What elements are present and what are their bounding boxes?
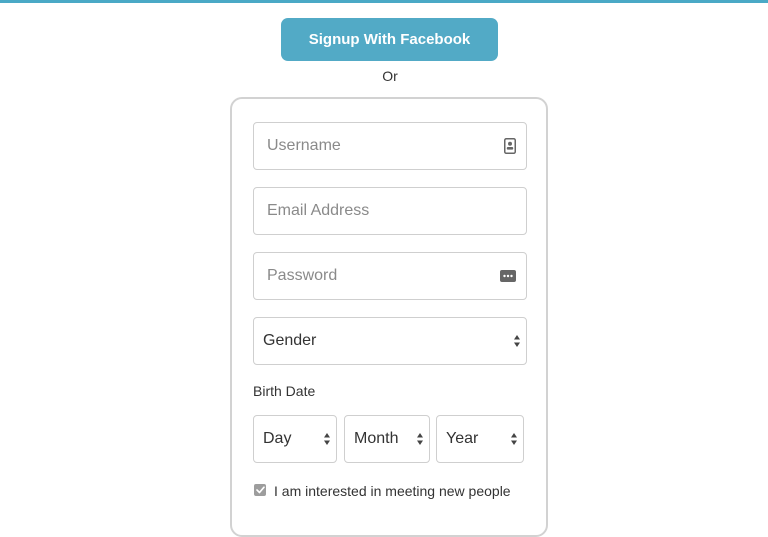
top-accent-bar [0, 0, 768, 3]
select-arrows-icon [416, 432, 424, 446]
day-select[interactable]: Day [253, 415, 337, 463]
password-input[interactable] [254, 253, 526, 299]
email-field-container [253, 187, 527, 235]
gender-select[interactable]: Gender [253, 317, 527, 365]
select-arrows-icon [323, 432, 331, 446]
username-field-container [253, 122, 527, 170]
year-select-value: Year [446, 430, 479, 447]
username-input[interactable] [254, 123, 526, 169]
signup-facebook-button[interactable]: Signup With Facebook [281, 18, 498, 61]
day-select-value: Day [263, 430, 292, 447]
checkmark-icon [255, 486, 265, 494]
month-select-value: Month [354, 430, 399, 447]
month-select[interactable]: Month [344, 415, 430, 463]
birth-date-label: Birth Date [253, 383, 316, 399]
password-dots-icon [500, 270, 516, 282]
interest-checkbox[interactable] [254, 484, 266, 496]
email-input[interactable] [254, 188, 526, 234]
or-separator-label: Or [382, 68, 398, 84]
gender-select-value: Gender [263, 332, 317, 349]
select-arrows-icon [510, 432, 518, 446]
password-field-container [253, 252, 527, 300]
select-arrows-icon [513, 334, 521, 348]
year-select[interactable]: Year [436, 415, 524, 463]
interest-checkbox-label[interactable]: I am interested in meeting new people [274, 481, 514, 502]
contact-card-icon [504, 138, 516, 154]
